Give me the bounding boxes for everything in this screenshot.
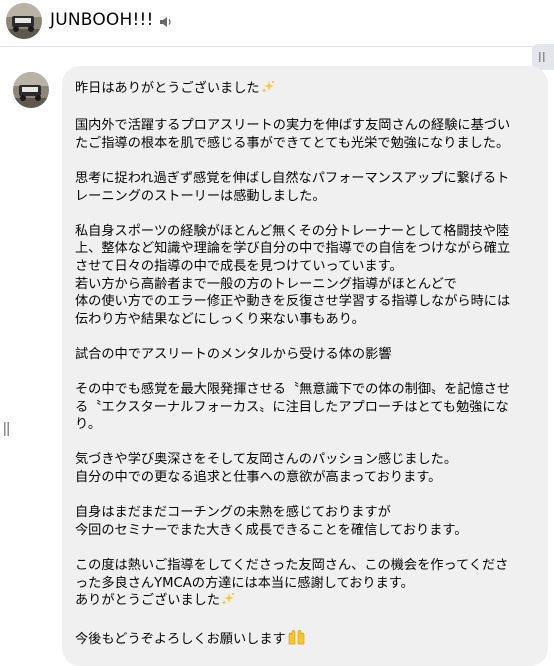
message-line: 体の使い方でのエラー修正や動きを反復させ学習する指導しながら時には — [75, 294, 511, 310]
chevron-icon — [539, 52, 545, 62]
message-paragraph: 今後もどうぞよろしくお願いします — [75, 629, 536, 651]
message-line: 若い方から高齢者まで一般の方のトレーニング指導がほとんどで — [75, 276, 457, 292]
message-line: 今回のセミナーでまた大きく成長できることを確信しております。 — [75, 522, 468, 538]
message-line: たご指導の根本を肌で感じる事ができてとても光栄で勉強になりました。 — [75, 135, 510, 151]
message-line: 今後もどうぞよろしくお願いします — [75, 629, 536, 651]
message-avatar[interactable] — [13, 72, 49, 108]
contact-name[interactable]: JUNBOOH!!! — [50, 10, 154, 30]
message-paragraph: 気づきや学び奥深さをそして友岡さんのパッション感じました。 自分の中での更なる追求… — [75, 451, 536, 486]
message-line: その中でも感覚を最大限発揮させる〝無意識下での体の制御〟を記憶させ — [75, 382, 511, 398]
message-line: 国内外で活躍するプロアスリートの実力を伸ばす友岡さんの経験に基づい — [75, 118, 511, 134]
message-paragraph: この度は熱いご指導をしてくださった友岡さん、この機会を作ってくださ った多良さんY… — [75, 557, 536, 612]
message-line: 私自身スポーツの経験がほとんど無くその分トレーナーとして格闘技や陸 — [75, 223, 510, 239]
avatar[interactable] — [6, 3, 42, 39]
message-line: った多良さんYMCAの方達には本当に感謝しております。 — [75, 575, 414, 591]
message-paragraph: 試合の中でアスリートのメンタルから受ける体の影響 — [75, 346, 536, 364]
message-line: させて日々の指導の中で成長を見つけていっています。 — [75, 258, 403, 274]
chat-header: JUNBOOH!!! — [0, 0, 554, 47]
message-line: 自分の中での更なる追求と仕事への意欲が高まっております。 — [75, 470, 442, 486]
message-paragraph: 思考に捉われ過ぎず感覚を伸ばし自然なパフォーマンスアップに繋げるト レーニングのス… — [75, 170, 536, 205]
resize-handle-icon[interactable] — [4, 421, 10, 436]
message-line: 昨日はありがとうございました — [75, 80, 536, 100]
message-paragraph: その中でも感覚を最大限発揮させる〝無意識下での体の制御〟を記憶させ る〝エクスター… — [75, 381, 536, 434]
raised-hands-icon — [287, 629, 307, 651]
message-paragraph: 私自身スポーツの経験がほとんど無くその分トレーナーとして格闘技や陸 上、整体など知… — [75, 223, 536, 329]
sparkles-icon — [221, 592, 235, 612]
message-bubble[interactable]: 昨日はありがとうございました国内外で活躍するプロアスリートの実力を伸ばす友岡さん… — [62, 66, 548, 666]
speaker-icon[interactable] — [159, 14, 173, 28]
message-line: この度は熱いご指導をしてくださった友岡さん、この機会を作ってくださ — [75, 558, 509, 574]
message-line: り。 — [75, 417, 102, 433]
message-line: レーニングのストーリーは感動しました。 — [75, 188, 326, 204]
message-paragraph: 国内外で活躍するプロアスリートの実力を伸ばす友岡さんの経験に基づい たご指導の根本… — [75, 117, 536, 152]
message-line: 自身はまだまだコーチングの未熟を感じておりますが — [75, 505, 391, 521]
message-paragraph: 自身はまだまだコーチングの未熟を感じておりますが 今回のセミナーでまた大きく成長で… — [75, 504, 536, 539]
message-line: 気づきや学び奥深さをそして友岡さんのパッション感じました。 — [75, 452, 458, 468]
message-line: 伝わり方や結果などにしっくり来ない事もあり。 — [75, 311, 365, 327]
message-line: 試合の中でアスリートのメンタルから受ける体の影響 — [75, 346, 392, 362]
message-line: 上、整体など知識や理論を学び自分の中で指導での自信をつけながら確立 — [75, 241, 511, 257]
message-line: 思考に捉われ過ぎず感覚を伸ばし自然なパフォーマンスアップに繋げるト — [75, 170, 510, 186]
message-paragraph: 昨日はありがとうございました — [75, 80, 536, 100]
sparkles-icon — [261, 80, 275, 100]
message-line: る〝エクスターナルフォーカス〟に注目したアプローチはとても勉強にな — [75, 399, 509, 415]
message-line: ありがとうございました — [75, 592, 536, 612]
